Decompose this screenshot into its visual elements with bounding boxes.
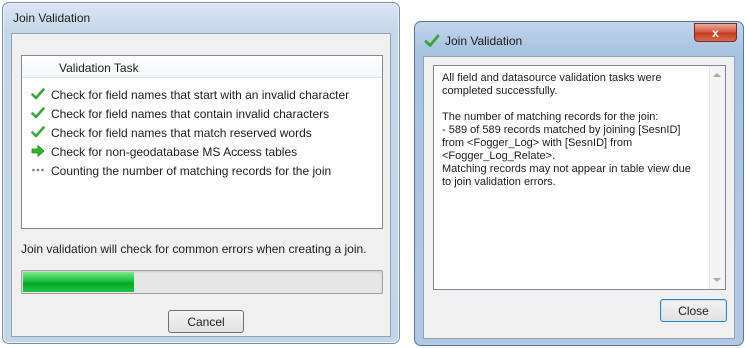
scroll-down-arrow-icon[interactable] — [713, 278, 721, 282]
task-row: Check for field names that start with an… — [22, 86, 382, 105]
join-validation-hint: Join validation will check for common er… — [21, 242, 367, 256]
dialog-client-area: All field and datasource validation task… — [423, 56, 735, 339]
checkmark-icon — [31, 88, 45, 100]
task-row: Check for field names that match reserve… — [22, 124, 382, 143]
join-validation-result-dialog: Join Validation x All field and datasour… — [414, 21, 744, 346]
checkmark-icon — [31, 107, 45, 119]
ellipsis-icon — [32, 168, 44, 172]
green-arrow-icon — [31, 144, 45, 158]
task-row: Check for field names that contain inval… — [22, 105, 382, 124]
dialog-client-area: Validation Task Check for field names th… — [11, 33, 391, 337]
scroll-up-arrow-icon[interactable] — [713, 73, 721, 77]
close-button[interactable]: Close — [660, 299, 727, 322]
dialog-title: Join Validation — [13, 11, 91, 25]
checkmark-icon — [424, 34, 440, 47]
validation-task-list: Validation Task Check for field names th… — [21, 55, 383, 229]
vertical-scrollbar[interactable] — [709, 66, 725, 289]
result-message-box[interactable]: All field and datasource validation task… — [433, 65, 726, 290]
task-row: Check for non-geodatabase MS Access tabl… — [22, 143, 382, 162]
result-message-text: All field and datasource validation task… — [442, 72, 691, 188]
task-label: Check for field names that start with an… — [51, 88, 350, 102]
task-label: Check for non-geodatabase MS Access tabl… — [51, 145, 298, 159]
task-row: Counting the number of matching records … — [22, 162, 382, 181]
checkmark-icon — [31, 126, 45, 138]
progress-bar-fill — [23, 272, 134, 292]
column-header-validation-task: Validation Task — [59, 61, 139, 75]
task-rows: Check for field names that start with an… — [22, 86, 382, 181]
dialog-title: Join Validation — [445, 34, 523, 48]
cancel-button[interactable]: Cancel — [168, 310, 244, 333]
window-close-button[interactable]: x — [694, 23, 737, 42]
task-label: Check for field names that contain inval… — [51, 107, 330, 121]
join-validation-progress-dialog: Join Validation Validation Task Check fo… — [2, 2, 400, 344]
task-list-header: Validation Task — [22, 56, 382, 78]
progress-bar — [21, 270, 383, 294]
task-label: Counting the number of matching records … — [51, 164, 332, 178]
task-label: Check for field names that match reserve… — [51, 126, 312, 140]
